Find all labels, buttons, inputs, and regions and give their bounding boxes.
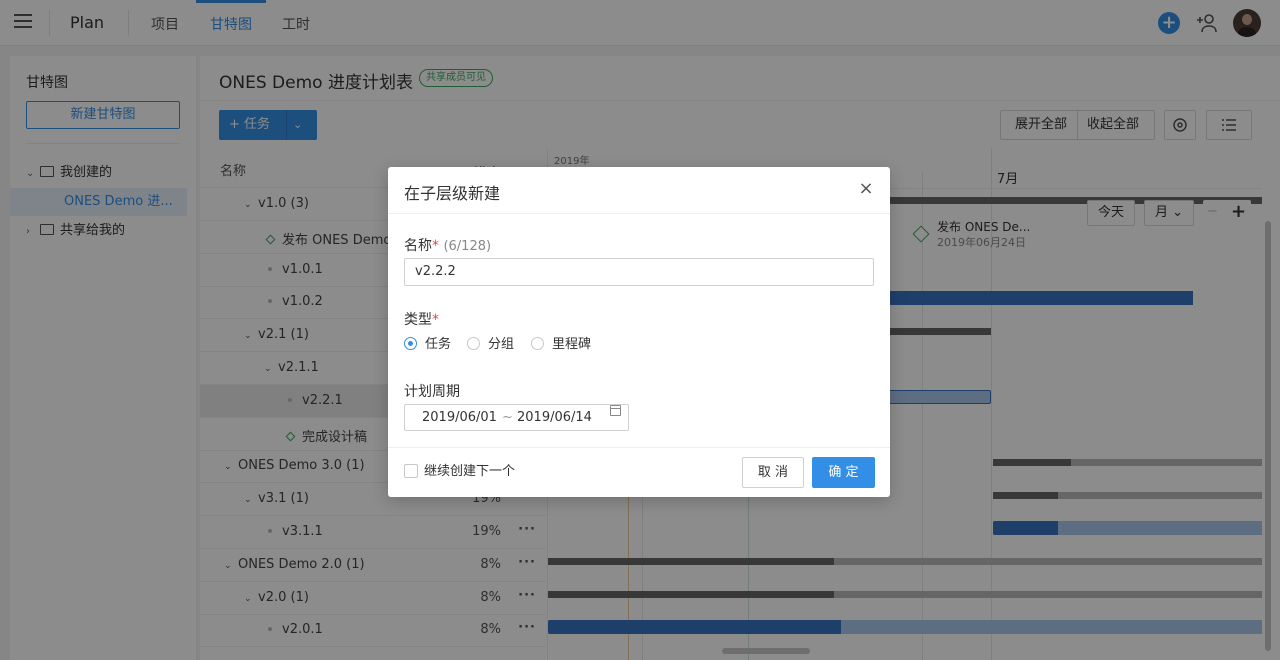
radio-icon xyxy=(467,337,480,350)
type-radio-task[interactable]: 任务 xyxy=(404,336,451,354)
required-mark: * xyxy=(432,238,439,254)
create-child-dialog: 在子层级新建 × 名称* (6/128) v2.2.2 类型* 任务 分组 里程… xyxy=(388,167,890,497)
date-range-picker[interactable]: 2019/06/01 ~ 2019/06/14 xyxy=(404,404,629,431)
date-separator: ~ xyxy=(502,410,513,425)
radio-checked-icon xyxy=(404,337,417,350)
radio-label: 里程碑 xyxy=(552,337,592,352)
close-icon[interactable]: × xyxy=(856,179,876,199)
radio-label: 分组 xyxy=(488,337,515,352)
radio-icon xyxy=(531,337,544,350)
name-input[interactable]: v2.2.2 xyxy=(404,258,874,286)
divider xyxy=(388,447,890,448)
cancel-button[interactable]: 取 消 xyxy=(742,457,804,488)
name-label-text: 名称 xyxy=(404,238,432,254)
type-radio-milestone[interactable]: 里程碑 xyxy=(531,336,591,354)
name-label: 名称* (6/128) xyxy=(404,235,491,255)
continue-create-checkbox[interactable]: 继续创建下一个 xyxy=(404,464,515,480)
date-end[interactable]: 2019/06/14 xyxy=(517,405,592,430)
calendar-icon[interactable] xyxy=(610,405,621,416)
type-radio-group-option[interactable]: 分组 xyxy=(467,336,514,354)
type-label-text: 类型 xyxy=(404,312,432,328)
dialog-title: 在子层级新建 xyxy=(404,184,501,203)
radio-label: 任务 xyxy=(425,337,452,352)
type-label: 类型* xyxy=(404,309,439,329)
checkbox-label: 继续创建下一个 xyxy=(424,464,516,479)
period-label: 计划周期 xyxy=(404,384,460,400)
checkbox-icon xyxy=(404,464,418,478)
divider xyxy=(388,213,890,214)
name-char-count: (6/128) xyxy=(443,239,492,254)
required-mark: * xyxy=(432,312,439,328)
confirm-button[interactable]: 确 定 xyxy=(812,457,875,488)
date-start[interactable]: 2019/06/01 xyxy=(422,405,497,430)
